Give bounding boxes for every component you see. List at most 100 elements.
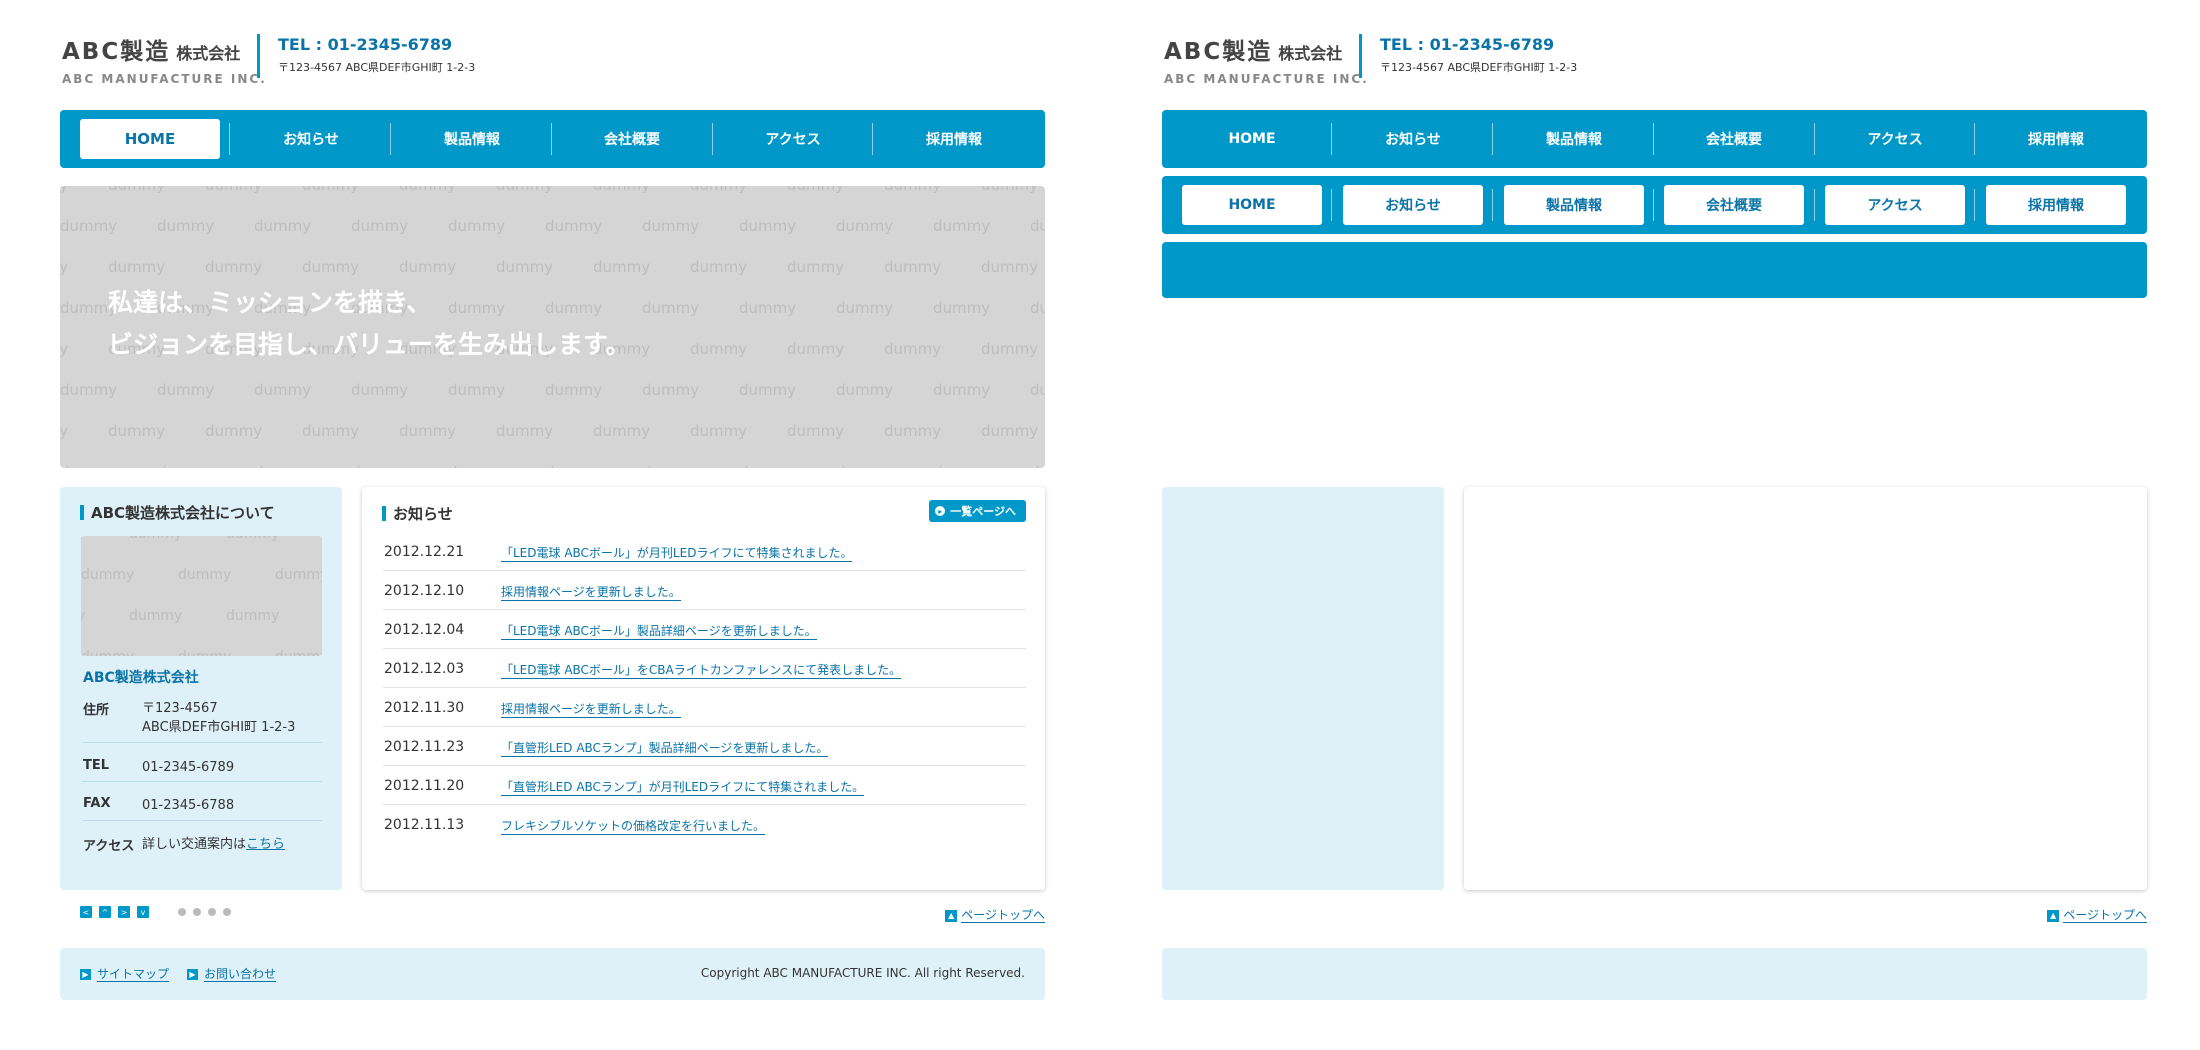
footer-link-contact[interactable]: ▶ お問い合わせ (187, 967, 277, 982)
placeholder-texture-row: dummydummydummydummydummydummydummydummy… (60, 381, 1045, 399)
nav-item-company[interactable]: 会社概要 (1664, 119, 1804, 159)
pager-up-button[interactable]: ^ (99, 906, 111, 918)
placeholder-texture-row: dummydummydummydummy (81, 567, 322, 583)
info-value: 〒123-4567 ABC県DEF市GHI町 1-2-3 (142, 699, 295, 737)
header-tel: TEL : 01-2345-6789 (1380, 35, 1555, 54)
nav-item-news[interactable]: お知らせ (1343, 185, 1483, 225)
site-logo[interactable]: ABC製造 株式会社 ABC MANUFACTURE INC. (62, 32, 267, 86)
news-more-label: 一覧ページへ (950, 505, 1016, 518)
nav-separator (1331, 123, 1332, 155)
about-panel: ABC製造株式会社について dummydummydummydummy dummyd… (60, 487, 342, 890)
hero-copy: 私達は、ミッションを描き、 ビジョンを目指し、バリューを生み出します。 (108, 282, 631, 366)
news-link[interactable]: フレキシブルソケットの価格改定を行いました。 (501, 818, 766, 835)
pager-down-button[interactable]: v (137, 906, 149, 918)
pager-dot[interactable] (178, 908, 186, 916)
news-link[interactable]: 採用情報ページを更新しました。 (501, 584, 681, 601)
page-parts-sheet: ABC製造 株式会社 ABC MANUFACTURE INC. TEL : 01-… (1162, 0, 2147, 1050)
placeholder-texture-row: dummydummydummydummydummydummydummydummy… (60, 422, 1039, 440)
page-full-design: ABC製造 株式会社 ABC MANUFACTURE INC. TEL : 01-… (60, 0, 1045, 1050)
news-link[interactable]: 「直管形LED ABCランプ」製品詳細ページを更新しました。 (501, 740, 829, 757)
blank-nav-bar (1162, 242, 2147, 298)
nav-separator (1492, 123, 1493, 155)
news-link[interactable]: 「LED電球 ABCボール」製品詳細ページを更新しました。 (501, 623, 817, 640)
about-heading: ABC製造株式会社について (80, 502, 275, 523)
site-logo[interactable]: ABC製造 株式会社 ABC MANUFACTURE INC. (1164, 32, 1369, 86)
page-top-link[interactable]: ▲ ページトップへ (2047, 908, 2147, 923)
pager-prev-button[interactable]: < (80, 906, 92, 918)
news-date: 2012.12.10 (384, 583, 465, 599)
news-link[interactable]: 「直管形LED ABCランプ」が月刊LEDライフにて特集されました。 (501, 779, 865, 796)
news-date: 2012.11.23 (384, 739, 465, 755)
pager-next-button[interactable]: > (118, 906, 130, 918)
info-separator (82, 820, 322, 821)
nav-item-recruit[interactable]: 採用情報 (884, 119, 1024, 159)
news-link[interactable]: 採用情報ページを更新しました。 (501, 701, 681, 718)
news-date: 2012.11.20 (384, 778, 465, 794)
info-separator (82, 742, 322, 743)
hero-image: dummydummydummydummydummydummydummydummy… (60, 186, 1045, 468)
news-panel: お知らせ ▸ 一覧ページへ 2012.12.21 「LED電球 ABCボール」が… (362, 487, 1045, 890)
nav-separator (1653, 189, 1654, 221)
nav-item-recruit[interactable]: 採用情報 (1986, 185, 2126, 225)
nav-separator (1974, 189, 1975, 221)
placeholder-texture-row: dummydummydummydummy (81, 608, 280, 624)
news-date: 2012.11.30 (384, 700, 465, 716)
nav-item-access[interactable]: アクセス (1825, 185, 1965, 225)
header-address: 〒123-4567 ABC県DEF市GHI町 1-2-3 (1380, 61, 1578, 74)
heading-bar (80, 505, 84, 520)
copyright: Copyright ABC MANUFACTURE INC. All right… (700, 966, 1025, 980)
nav-separator (551, 123, 552, 155)
about-heading-text: ABC製造株式会社について (91, 504, 275, 522)
page-top-link[interactable]: ▲ ページトップへ (945, 908, 1045, 923)
nav-item-products[interactable]: 製品情報 (1504, 119, 1644, 159)
placeholder-texture-row: dummydummydummydummydummydummydummydummy… (60, 217, 1045, 235)
pager-dot[interactable] (193, 908, 201, 916)
nav-item-news[interactable]: お知らせ (241, 119, 381, 159)
access-link[interactable]: こちら (246, 837, 285, 852)
nav-item-company[interactable]: 会社概要 (1664, 185, 1804, 225)
logo-suffix-text: 株式会社 (1278, 44, 1343, 63)
nav-item-company[interactable]: 会社概要 (562, 119, 702, 159)
nav-item-access[interactable]: アクセス (723, 119, 863, 159)
nav-item-products[interactable]: 製品情報 (402, 119, 542, 159)
info-separator (82, 781, 322, 782)
news-date: 2012.11.13 (384, 817, 465, 833)
news-row: 2012.11.13 フレキシブルソケットの価格改定を行いました。 (383, 805, 1026, 844)
news-row: 2012.12.04 「LED電球 ABCボール」製品詳細ページを更新しました。 (383, 610, 1026, 649)
pager-dot[interactable] (223, 908, 231, 916)
info-key: TEL (83, 758, 110, 773)
info-row-fax: FAX 01-2345-6788 (82, 796, 322, 816)
site-header: ABC製造 株式会社 ABC MANUFACTURE INC. TEL : 01-… (1162, 32, 2147, 86)
news-link[interactable]: 「LED電球 ABCボール」が月刊LEDライフにて特集されました。 (501, 545, 853, 562)
news-heading: お知らせ (382, 503, 453, 524)
access-text: 詳しい交通案内は (142, 837, 247, 852)
nav-item-news[interactable]: お知らせ (1343, 119, 1483, 159)
pager-dot[interactable] (208, 908, 216, 916)
placeholder-texture-row: dummydummydummydummy (81, 536, 322, 542)
nav-item-access[interactable]: アクセス (1825, 119, 1965, 159)
info-row-tel: TEL 01-2345-6789 (82, 758, 322, 778)
info-row-access: アクセス 詳しい交通案内はこちら (82, 835, 322, 855)
nav-item-products[interactable]: 製品情報 (1504, 185, 1644, 225)
nav-separator (1974, 123, 1975, 155)
nav-item-home[interactable]: HOME (80, 119, 220, 159)
news-row: 2012.12.03 「LED電球 ABCボール」をCBAライトカンファレンスに… (383, 649, 1026, 688)
footer-link-sitemap[interactable]: ▶ サイトマップ (80, 967, 170, 982)
logo-main-text: ABC製造 (62, 39, 171, 65)
global-nav: HOME お知らせ 製品情報 会社概要 アクセス 採用情報 (60, 110, 1045, 168)
nav-item-recruit[interactable]: 採用情報 (1986, 119, 2126, 159)
chevron-up-icon: ▲ (2047, 909, 2060, 922)
chevron-up-icon: ▲ (945, 909, 958, 922)
news-more-button[interactable]: ▸ 一覧ページへ (929, 500, 1026, 522)
info-row-address: 住所 〒123-4567 ABC県DEF市GHI町 1-2-3 (82, 699, 322, 739)
news-link[interactable]: 「LED電球 ABCボール」をCBAライトカンファレンスにて発表しました。 (501, 662, 902, 679)
placeholder-texture-row: dummydummydummydummy (81, 649, 322, 656)
news-row: 2012.11.23 「直管形LED ABCランプ」製品詳細ページを更新しました… (383, 727, 1026, 766)
header-address: 〒123-4567 ABC県DEF市GHI町 1-2-3 (278, 61, 476, 74)
nav-separator (1492, 189, 1493, 221)
about-panel-blank (1162, 487, 1444, 890)
nav-separator (1331, 189, 1332, 221)
news-row: 2012.11.30 採用情報ページを更新しました。 (383, 688, 1026, 727)
nav-item-home[interactable]: HOME (1182, 119, 1322, 159)
nav-item-home[interactable]: HOME (1182, 185, 1322, 225)
